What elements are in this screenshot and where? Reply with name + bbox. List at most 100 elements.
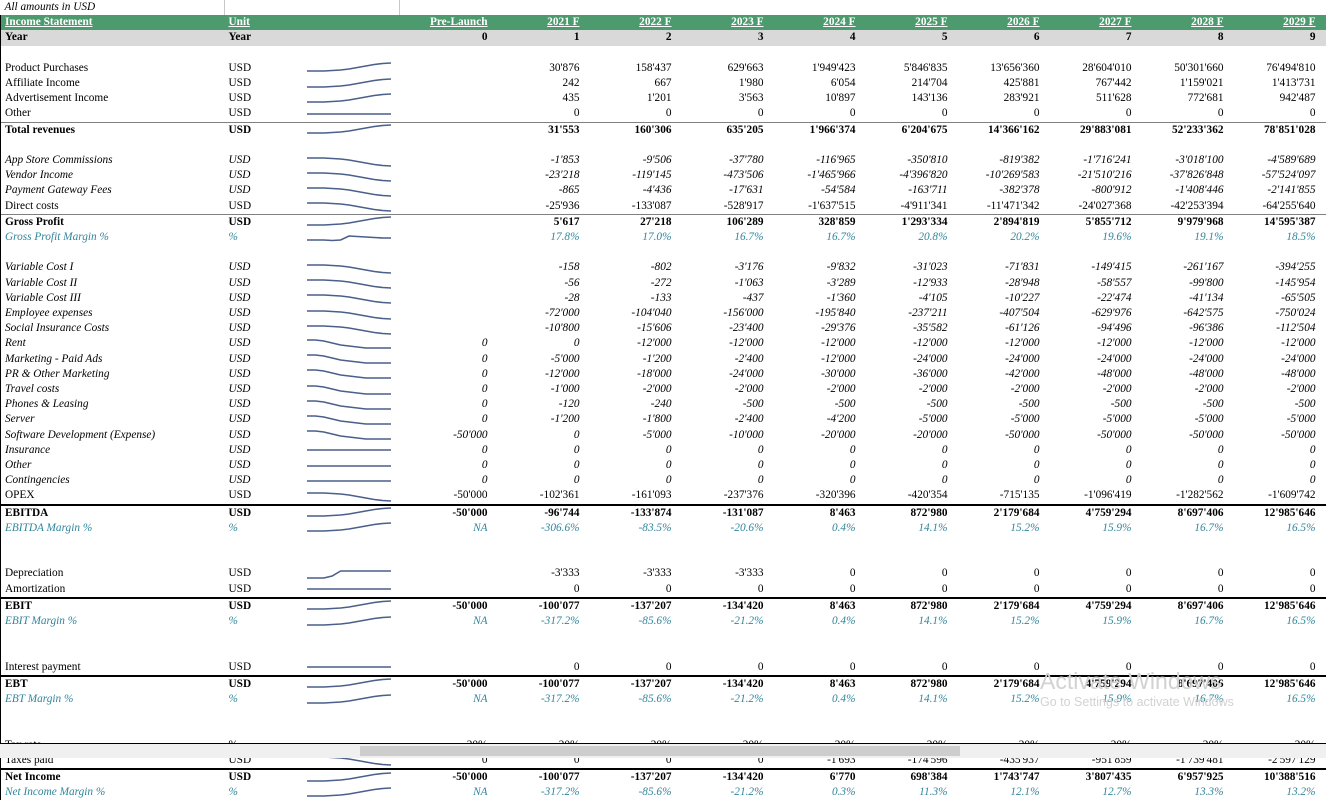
- table-row[interactable]: Total revenuesUSD31'553160'306635'2051'9…: [1, 122, 1326, 138]
- cell-insurance-0: 0: [400, 443, 492, 458]
- header-period-0[interactable]: Pre-Launch: [400, 15, 492, 30]
- cell-app_store_commissions-3: -37'780: [676, 153, 768, 168]
- table-row[interactable]: Gross ProfitUSD5'61727'218106'289328'859…: [1, 214, 1326, 230]
- cell-rent-0: 0: [400, 336, 492, 351]
- header-period-5[interactable]: 2025 F: [860, 15, 952, 30]
- row-unit-variable_cost_i: USD: [225, 260, 303, 275]
- header-period-3[interactable]: 2023 F: [676, 15, 768, 30]
- cell-amortization-4: 0: [768, 582, 860, 598]
- table-row[interactable]: EBTUSD-50'000-100'077-137'207-134'4208'4…: [1, 676, 1326, 692]
- cell-payment_gateway_fees-3: -17'631: [676, 183, 768, 198]
- spacer-row: [1, 138, 1326, 153]
- table-row[interactable]: Software Development (Expense)USD-50'000…: [1, 428, 1326, 443]
- header-period-10[interactable]: 2030 F: [1320, 15, 1326, 30]
- cell-variable_cost_i-4: -9'832: [768, 260, 860, 275]
- cell-opex-7: -1'096'419: [1044, 488, 1136, 504]
- table-row[interactable]: Variable Cost IIIUSD-28-133-437-1'360-4'…: [1, 291, 1326, 306]
- cell-net_income_margin-1: -317.2%: [492, 785, 584, 800]
- cell-ebt_margin-2: -85.6%: [584, 692, 676, 707]
- cell-product_purchases-5: 5'846'835: [860, 61, 952, 76]
- table-row[interactable]: Variable Cost IUSD-158-802-3'176-9'832-3…: [1, 260, 1326, 275]
- table-row[interactable]: Payment Gateway FeesUSD-865-4'436-17'631…: [1, 183, 1326, 198]
- table-row[interactable]: Social Insurance CostsUSD-10'800-15'606-…: [1, 321, 1326, 336]
- table-row[interactable]: OPEXUSD-50'000-102'361-161'093-237'376-3…: [1, 488, 1326, 504]
- cell-opex-9: -1'609'742: [1228, 488, 1320, 504]
- table-row[interactable]: ServerUSD0-1'200-1'800-2'400-4'200-5'000…: [1, 412, 1326, 427]
- sparkline-contingencies: [303, 473, 400, 488]
- spacer-cell: [1, 644, 225, 659]
- table-row[interactable]: Marketing - Paid AdsUSD0-5'000-1'200-2'4…: [1, 352, 1326, 367]
- cell-ebt_margin-0: NA: [400, 692, 492, 707]
- table-row[interactable]: Affiliate IncomeUSD2426671'9806'054214'7…: [1, 76, 1326, 91]
- header-period-9[interactable]: 2029 F: [1228, 15, 1320, 30]
- table-row[interactable]: RentUSD00-12'000-12'000-12'000-12'000-12…: [1, 336, 1326, 351]
- sparkline-gross_profit: [303, 214, 400, 230]
- cell-marketing_paid_ads-7: -24'000: [1044, 352, 1136, 367]
- table-row[interactable]: ContingenciesUSD00000000000: [1, 473, 1326, 488]
- cell-social_insurance_costs-9: -112'504: [1228, 321, 1320, 336]
- header-period-7[interactable]: 2027 F: [1044, 15, 1136, 30]
- cell-net_income_margin-2: -85.6%: [584, 785, 676, 800]
- table-row[interactable]: OtherUSD0000000000: [1, 106, 1326, 122]
- row-label-travel_costs: Travel costs: [1, 382, 225, 397]
- table-row[interactable]: OtherUSD00000000000: [1, 458, 1326, 473]
- year-index-8: 8: [1136, 30, 1228, 45]
- table-row[interactable]: Employee expensesUSD-72'000-104'040-156'…: [1, 306, 1326, 321]
- spacer-cell: [225, 722, 303, 737]
- row-label-variable_cost_i: Variable Cost I: [1, 260, 225, 275]
- cell-variable_cost_ii-4: -3'289: [768, 276, 860, 291]
- cell-net_income-8: 6'957'925: [1136, 769, 1228, 785]
- table-row[interactable]: EBIT Margin %%NA-317.2%-85.6%-21.2%0.4%1…: [1, 614, 1326, 629]
- cell-ebit_margin-6: 15.2%: [952, 614, 1044, 629]
- cell-server-10: -5'000: [1320, 412, 1326, 427]
- cell-interest_payment-9: 0: [1228, 660, 1320, 676]
- table-row[interactable]: Net Income Margin %%NA-317.2%-85.6%-21.2…: [1, 785, 1326, 800]
- table-row[interactable]: EBITUSD-50'000-100'077-137'207-134'4208'…: [1, 598, 1326, 614]
- sparkline-variable_cost_i: [303, 260, 400, 275]
- row-unit-product_purchases: USD: [225, 61, 303, 76]
- table-row[interactable]: Net IncomeUSD-50'000-100'077-137'207-134…: [1, 769, 1326, 785]
- header-period-6[interactable]: 2026 F: [952, 15, 1044, 30]
- table-row[interactable]: Direct costsUSD-25'936-133'087-528'917-1…: [1, 199, 1326, 215]
- header-period-8[interactable]: 2028 F: [1136, 15, 1228, 30]
- table-row[interactable]: Vendor IncomeUSD-23'218-119'145-473'506-…: [1, 168, 1326, 183]
- spacer-cell: [400, 245, 492, 260]
- table-row[interactable]: PR & Other MarketingUSD0-12'000-18'000-2…: [1, 367, 1326, 382]
- header-period-2[interactable]: 2022 F: [584, 15, 676, 30]
- table-row[interactable]: App Store CommissionsUSD-1'853-9'506-37'…: [1, 153, 1326, 168]
- cell-net_income_margin-7: 12.7%: [1044, 785, 1136, 800]
- table-row[interactable]: Gross Profit Margin %%17.8%17.0%16.7%16.…: [1, 230, 1326, 245]
- header-title: Income Statement: [1, 15, 225, 30]
- row-unit-ebit_margin: %: [225, 614, 303, 629]
- table-row[interactable]: EBITDA Margin %%NA-306.6%-83.5%-20.6%0.4…: [1, 521, 1326, 536]
- table-row[interactable]: Advertisement IncomeUSD4351'2013'56310'8…: [1, 91, 1326, 106]
- cell-gross_profit-1: 5'617: [492, 214, 584, 230]
- table-row[interactable]: EBITDAUSD-50'000-96'744-133'874-131'0878…: [1, 505, 1326, 521]
- cell-interest_payment-10: 0: [1320, 660, 1326, 676]
- table-row[interactable]: Interest paymentUSD0000000000: [1, 660, 1326, 676]
- row-label-interest_payment: Interest payment: [1, 660, 225, 676]
- table-row[interactable]: DepreciationUSD-3'333-3'333-3'3330000000: [1, 566, 1326, 581]
- horizontal-scrollbar[interactable]: [0, 743, 1326, 758]
- table-row[interactable]: Variable Cost IIUSD-56-272-1'063-3'289-1…: [1, 276, 1326, 291]
- table-row[interactable]: EBT Margin %%NA-317.2%-85.6%-21.2%0.4%14…: [1, 692, 1326, 707]
- cell-interest_payment-4: 0: [768, 660, 860, 676]
- table-row[interactable]: Product PurchasesUSD30'876158'437629'663…: [1, 61, 1326, 76]
- table-row[interactable]: Phones & LeasingUSD0-120-240-500-500-500…: [1, 397, 1326, 412]
- cell-affiliate_income-10: 1'586'318: [1320, 76, 1326, 91]
- header-period-4[interactable]: 2024 F: [768, 15, 860, 30]
- spacer-cell: [860, 707, 952, 722]
- table-row[interactable]: AmortizationUSD0000000000: [1, 582, 1326, 598]
- table-row[interactable]: Travel costsUSD0-1'000-2'000-2'000-2'000…: [1, 382, 1326, 397]
- spacer-cell: [584, 551, 676, 566]
- cell-travel_costs-4: -2'000: [768, 382, 860, 397]
- header-period-1[interactable]: 2021 F: [492, 15, 584, 30]
- cell-vendor_income-4: -1'465'966: [768, 168, 860, 183]
- cell-net_income-9: 10'388'516: [1228, 769, 1320, 785]
- table-row[interactable]: InsuranceUSD00000000000: [1, 443, 1326, 458]
- sparkline-payment_gateway_fees: [303, 183, 400, 198]
- horizontal-scrollbar-thumb[interactable]: [360, 746, 960, 756]
- sparkline-insurance: [303, 443, 400, 458]
- cell-phones_leasing-7: -500: [1044, 397, 1136, 412]
- spacer-cell: [676, 138, 768, 153]
